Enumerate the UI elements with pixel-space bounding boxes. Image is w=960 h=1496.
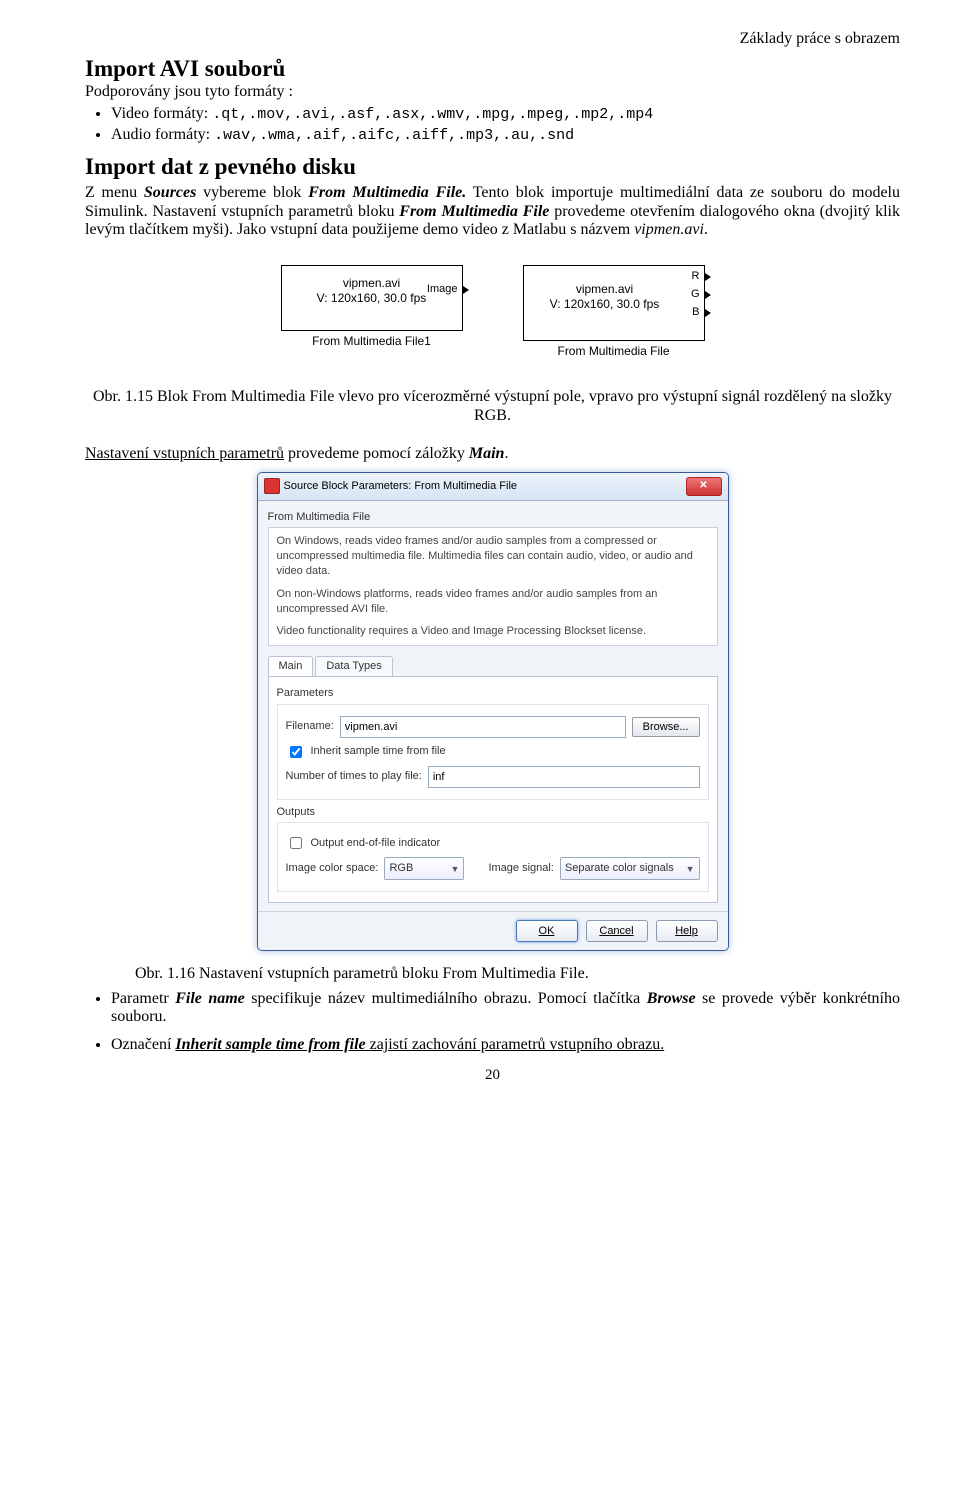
dialog-body: From Multimedia File On Windows, reads v…: [258, 501, 728, 912]
port-label: Image: [427, 283, 458, 296]
t: From Multimedia File.: [308, 184, 466, 201]
code: .wav,.wma,.aif,.aifc,.aiff,.mp3,.au,.snd: [214, 127, 574, 144]
t: vipmen.avi: [634, 221, 704, 238]
filename-label: Filename:: [286, 720, 334, 733]
list-item: Video formáty: .qt,.mov,.avi,.asf,.asx,.…: [111, 105, 900, 123]
t: Z menu: [85, 184, 144, 201]
t: Parametr: [111, 990, 175, 1007]
section-outputs: Outputs: [277, 806, 709, 819]
t: specifikuje název multimediálního obrazu…: [245, 990, 647, 1007]
eof-checkbox[interactable]: [290, 837, 302, 849]
ics-label: Image color space:: [286, 862, 379, 875]
t: vipmen.avi: [343, 276, 400, 290]
loop-input[interactable]: [428, 766, 700, 788]
section-parameters: Parameters: [277, 687, 709, 700]
port-label-r: R: [692, 270, 700, 283]
description-line: On non-Windows platforms, reads video fr…: [277, 587, 709, 617]
eof-label: Output end-of-file indicator: [311, 837, 441, 850]
description-line: On Windows, reads video frames and/or au…: [277, 534, 709, 579]
t: V: 120x160, 30.0 fps: [317, 291, 427, 305]
simulink-block-right: vipmen.avi V: 120x160, 30.0 fps R G B: [523, 265, 705, 341]
description-line: Video functionality requires a Video and…: [277, 624, 709, 639]
browse-button[interactable]: Browse...: [632, 717, 700, 737]
list-item: Audio formáty: .wav,.wma,.aif,.aifc,.aif…: [111, 126, 900, 144]
dropdown-value: Separate color signals: [565, 862, 674, 875]
port-label-g: G: [691, 288, 700, 301]
t: .: [704, 221, 708, 238]
inherit-label: Inherit sample time from file: [311, 745, 446, 758]
paragraph: Z menu Sources vybereme blok From Multim…: [85, 184, 900, 239]
titlebar: Source Block Parameters: From Multimedia…: [258, 473, 728, 501]
heading-import-disk: Import dat z pevného disku: [85, 154, 900, 180]
cancel-button[interactable]: Cancel: [586, 920, 648, 942]
help-button[interactable]: Help: [656, 920, 718, 942]
t: provedeme pomocí záložky: [284, 445, 469, 462]
page-number: 20: [85, 1067, 900, 1084]
filename-input[interactable]: [340, 716, 626, 738]
subline-formats: Podporovány jsou tyto formáty :: [85, 83, 900, 101]
t: Označení: [111, 1036, 175, 1053]
heading-import-avi: Import AVI souborů: [85, 56, 900, 82]
figure-caption-15: Obr. 1.15 Blok From Multimedia File vlev…: [85, 388, 900, 425]
description-box: On Windows, reads video frames and/or au…: [268, 527, 718, 646]
t: Sources: [144, 184, 196, 201]
figure-caption-16: Obr. 1.16 Nastavení vstupních parametrů …: [135, 965, 900, 983]
block-caption: From Multimedia File1: [281, 335, 463, 349]
loop-label: Number of times to play file:: [286, 770, 422, 783]
close-button[interactable]: ✕: [686, 477, 722, 496]
chevron-down-icon: ▼: [451, 864, 460, 874]
is-dropdown[interactable]: Separate color signals ▼: [560, 857, 700, 880]
port-label-b: B: [692, 306, 699, 319]
paragraph: Nastavení vstupních parametrů provedeme …: [85, 445, 900, 463]
block-right-wrap: vipmen.avi V: 120x160, 30.0 fps R G B Fr…: [523, 265, 705, 359]
t: vipmen.avi: [576, 282, 633, 296]
ok-button[interactable]: OK: [516, 920, 578, 942]
t: zajistí zachování parametrů vstupního ob…: [366, 1036, 665, 1053]
page-header: Základy práce s obrazem: [85, 30, 900, 48]
dialog-button-row: OK Cancel Help: [258, 911, 728, 950]
t: Nastavení vstupních parametrů: [85, 445, 284, 462]
dialog-wrap: Source Block Parameters: From Multimedia…: [85, 472, 900, 952]
list-item: Označení Inherit sample time from file z…: [111, 1036, 900, 1054]
simulink-block-left: vipmen.avi V: 120x160, 30.0 fps Image: [281, 265, 463, 331]
t: V: 120x160, 30.0 fps: [550, 297, 660, 311]
list-item: Parametr File name specifikuje název mul…: [111, 990, 900, 1027]
inherit-checkbox[interactable]: [290, 746, 302, 758]
tab-data-types[interactable]: Data Types: [315, 656, 392, 676]
port-triangle-icon: [463, 286, 469, 294]
dialog-window: Source Block Parameters: From Multimedia…: [257, 472, 729, 952]
label: Audio formáty:: [111, 126, 210, 143]
t: File name: [175, 990, 245, 1007]
label: Video formáty:: [111, 105, 208, 122]
port-triangle-icon: [705, 273, 711, 281]
dropdown-value: RGB: [389, 862, 413, 875]
t: Main: [469, 445, 505, 462]
port-triangle-icon: [705, 309, 711, 317]
tab-main[interactable]: Main: [268, 656, 314, 676]
window-title: Source Block Parameters: From Multimedia…: [284, 480, 518, 493]
simulink-blocks: vipmen.avi V: 120x160, 30.0 fps Image Fr…: [85, 265, 900, 359]
port-triangle-icon: [705, 291, 711, 299]
is-label: Image signal:: [488, 862, 553, 875]
t: vybereme blok: [196, 184, 308, 201]
chevron-down-icon: ▼: [686, 864, 695, 874]
t: .: [504, 445, 508, 462]
t: Browse: [647, 990, 696, 1007]
tab-panel-main: Parameters Filename: Browse... Inherit s…: [268, 676, 718, 903]
t: Inherit sample time from file: [175, 1036, 365, 1053]
block-left-wrap: vipmen.avi V: 120x160, 30.0 fps Image Fr…: [281, 265, 463, 359]
group-title: From Multimedia File: [268, 511, 718, 524]
code: .qt,.mov,.avi,.asf,.asx,.wmv,.mpg,.mpeg,…: [212, 106, 653, 123]
app-icon: [264, 478, 280, 494]
t: From Multimedia File: [399, 203, 549, 220]
block-caption: From Multimedia File: [523, 345, 705, 359]
ics-dropdown[interactable]: RGB ▼: [384, 857, 464, 880]
tabs: Main Data Types: [268, 656, 718, 676]
